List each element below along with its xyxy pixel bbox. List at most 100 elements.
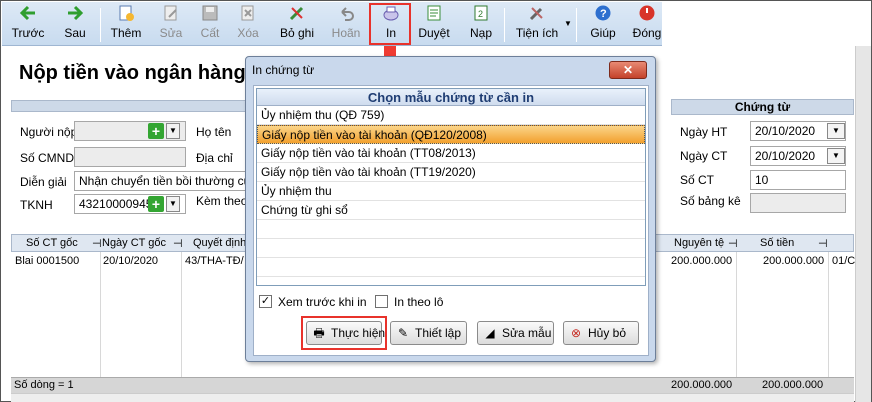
list-item-empty[interactable] (257, 258, 645, 277)
id-number-input[interactable] (74, 147, 186, 167)
undo-icon (337, 4, 355, 22)
description-label: Diễn giải (20, 175, 67, 189)
description-input[interactable]: Nhận chuyển tiền bồi thường của (74, 171, 246, 191)
total-nguyen-te: 200.000.000 (671, 379, 733, 391)
toolbar: Trước Sau Thêm Sửa Cất Xóa Bỏ ghi Hoãn I… (2, 2, 662, 46)
cancel-label: Hủy bỏ (588, 326, 627, 340)
dialog-close-button[interactable]: ✕ (609, 61, 647, 79)
voucher-date-label: Ngày CT (680, 149, 728, 163)
grid-footer: Số dòng = 1 200.000.000 200.000.000 (11, 377, 854, 393)
total-so-tien: 200.000.000 (762, 379, 824, 391)
reload-icon: 2 (472, 4, 490, 22)
edit-template-label: Sửa mẫu (502, 326, 552, 340)
edit-icon (162, 4, 180, 22)
col-header-so-tien[interactable]: Số tiền (760, 237, 794, 249)
col-header-ngay-ct-goc[interactable]: Ngày CT gốc (102, 237, 166, 249)
delete-icon (239, 4, 257, 22)
prev-button[interactable]: Trước (8, 4, 48, 44)
grid-column-divider (828, 252, 829, 377)
list-number-label: Số bảng kê (680, 194, 741, 208)
setup-label: Thiết lập (415, 326, 462, 340)
vertical-scrollbar[interactable] (855, 46, 871, 402)
list-number-input[interactable] (750, 193, 846, 213)
setup-button[interactable]: ✎ Thiết lập (390, 321, 467, 345)
grid-column-divider (100, 252, 101, 377)
page-title: Nộp tiền vào ngân hàng (19, 62, 246, 84)
utilities-button[interactable]: Tiện ích (514, 4, 560, 44)
grid-column-divider (181, 252, 182, 377)
toolbar-separator (100, 8, 101, 42)
preview-label: Xem trước khi in (278, 295, 367, 309)
fullname-label: Họ tên (196, 125, 232, 139)
list-item-selected[interactable]: Giấy nộp tiền vào tài khoản (QĐ120/2008) (257, 125, 645, 144)
cancel-icon: ⊗ (570, 326, 582, 340)
next-button[interactable]: Sau (58, 4, 92, 44)
postpone-button[interactable]: Hoãn (328, 4, 364, 44)
id-number-label: Số CMND (20, 151, 75, 165)
payer-dropdown-icon[interactable]: ▼ (166, 123, 180, 139)
reload-button[interactable]: 2 Nạp (466, 4, 496, 44)
edit-template-button[interactable]: ◢ Sửa mẫu (477, 321, 554, 345)
cancel-button[interactable]: ⊗ Hủy bỏ (563, 321, 639, 345)
save-button[interactable]: Cất (194, 4, 226, 44)
address-label: Địa chỉ (196, 151, 233, 165)
close-power-icon (638, 4, 656, 22)
col-header-quyet-dinh[interactable]: Quyết định (193, 237, 246, 249)
pin-icon[interactable]: ⊣ (92, 237, 102, 250)
batch-print-checkbox[interactable] (375, 295, 388, 308)
close-button[interactable]: Đóng (630, 4, 664, 44)
edit-template-icon: ◢ (485, 326, 495, 340)
delete-button[interactable]: Xóa (232, 4, 264, 44)
help-button[interactable]: ? Giúp (586, 4, 620, 44)
col-header-nguyen-te[interactable]: Nguyên tệ (674, 237, 724, 249)
add-button[interactable]: Thêm (106, 4, 146, 44)
cell-so-tien[interactable]: 200.000.000 (763, 255, 824, 267)
svg-text:?: ? (600, 8, 607, 20)
tools-icon (528, 4, 546, 22)
edit-button[interactable]: Sửa (154, 4, 188, 44)
toolbar-separator (504, 8, 505, 42)
posting-date-label: Ngày HT (680, 125, 728, 139)
print-dialog: In chứng từ ✕ Chọn mẫu chứng từ cần in Ủ… (245, 56, 656, 362)
cell-extra[interactable]: 01/C (832, 255, 855, 267)
batch-print-label: In theo lô (394, 295, 444, 309)
list-item[interactable]: Ủy nhiệm thu (257, 182, 645, 201)
cell-nguyen-te[interactable]: 200.000.000 (671, 255, 732, 267)
template-list[interactable]: Chọn mẫu chứng từ cần in Ủy nhiệm thu (Q… (256, 88, 646, 286)
utilities-dropdown-icon[interactable]: ▼ (564, 19, 572, 28)
list-item[interactable]: Giấy nộp tiền vào tài khoản (TT19/2020) (257, 163, 645, 182)
list-item[interactable]: Ủy nhiệm thu (QĐ 759) (257, 106, 645, 125)
list-item-empty[interactable] (257, 239, 645, 258)
unpost-button[interactable]: Bỏ ghi (276, 4, 318, 44)
wrench-icon: ✎ (397, 326, 409, 340)
list-item[interactable]: Chứng từ ghi sổ (257, 201, 645, 220)
close-icon: ✕ (622, 63, 634, 77)
preview-checkbox[interactable]: ✓ (259, 295, 272, 308)
bank-account-dropdown-icon[interactable]: ▼ (166, 196, 180, 212)
bank-account-label: TKNH (20, 198, 53, 212)
cell-quyet-dinh[interactable]: 43/THA-TĐ/ (185, 255, 244, 267)
form-panel-header (11, 100, 253, 112)
cell-ngay-ct-goc[interactable]: 20/10/2020 (103, 255, 158, 267)
voucher-number-input[interactable]: 10 (750, 170, 846, 190)
cell-so-ct-goc[interactable]: Blai 0001500 (15, 255, 79, 267)
unpost-icon (288, 4, 306, 22)
col-header-so-ct-goc[interactable]: Số CT gốc (26, 237, 78, 249)
attachments-label: Kèm theo (196, 194, 248, 208)
execute-button-highlight (301, 316, 387, 350)
posting-date-calendar-icon[interactable]: ▼ (827, 123, 845, 139)
list-item[interactable]: Giấy nộp tiền vào tài khoản (TT08/2013) (257, 144, 645, 163)
add-bank-account-icon[interactable]: + (148, 196, 164, 212)
pin-icon[interactable]: ⊣ (173, 237, 183, 250)
add-payer-icon[interactable]: + (148, 123, 164, 139)
pin-icon[interactable]: ⊣ (818, 237, 828, 250)
pin-icon[interactable]: ⊣ (728, 237, 738, 250)
template-list-header: Chọn mẫu chứng từ cần in (257, 89, 645, 106)
approve-button[interactable]: Duyệt (416, 4, 452, 44)
voucher-date-calendar-icon[interactable]: ▼ (827, 148, 845, 164)
arrow-right-icon (66, 4, 84, 22)
dialog-title: In chứng từ (252, 63, 315, 77)
toolbar-empty-area (662, 2, 871, 46)
horizontal-scrollbar[interactable] (11, 393, 854, 402)
list-item-empty[interactable] (257, 220, 645, 239)
